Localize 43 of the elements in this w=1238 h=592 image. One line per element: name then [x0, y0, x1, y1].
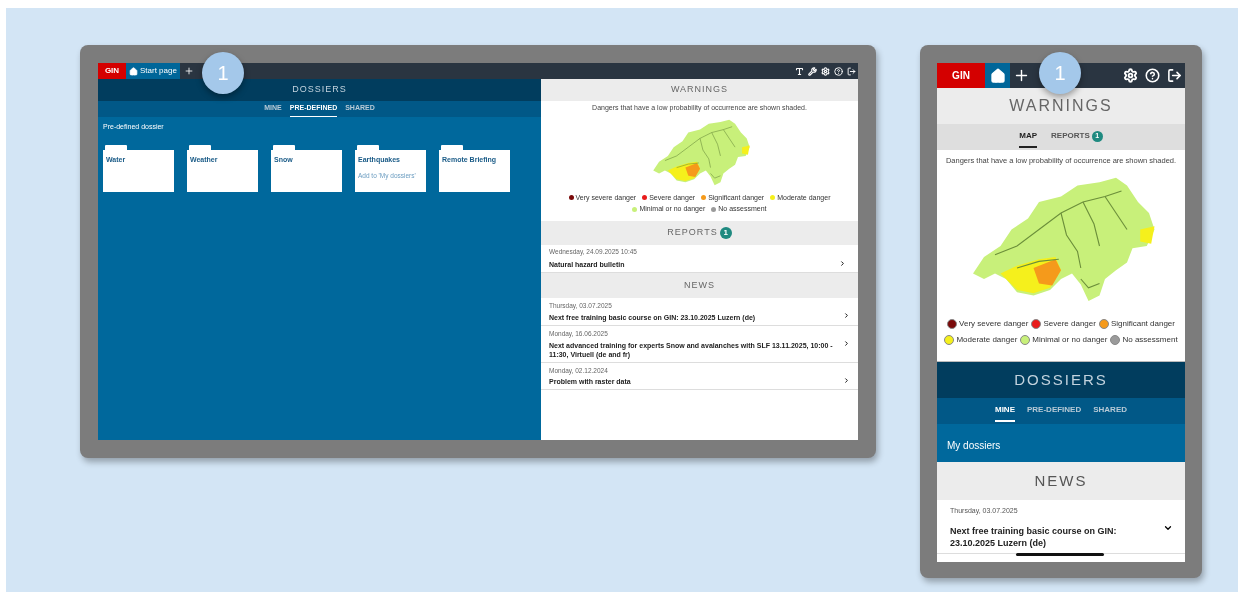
dossier-tab[interactable]: PRE-DEFINED	[1027, 400, 1082, 422]
callout-badge: 1	[202, 52, 244, 94]
legend-label: No assessment	[1122, 334, 1178, 347]
dossiers-header: DOSSIERS	[98, 79, 541, 101]
chevron-right-icon	[843, 312, 850, 319]
warnings-header: WARNINGS	[541, 79, 858, 101]
section-title: My dossiers	[947, 440, 1001, 451]
logout-icon[interactable]	[847, 66, 856, 76]
help-icon[interactable]	[834, 66, 843, 76]
home-icon	[989, 67, 1006, 84]
start-page-tab[interactable]: Start page	[126, 63, 180, 79]
home-icon	[129, 66, 138, 76]
legend-label: Severe danger	[1043, 318, 1096, 331]
count-badge: 1	[719, 227, 732, 239]
home-button[interactable]	[985, 63, 1010, 88]
settings-icon[interactable]	[821, 66, 830, 76]
chevron-right-icon	[843, 339, 850, 347]
settings-icon[interactable]	[1123, 68, 1138, 83]
wrench-icon[interactable]	[808, 66, 817, 76]
reports-title: REPORTS	[667, 226, 718, 240]
help-icon[interactable]	[1145, 68, 1160, 83]
dossiers-header: DOSSIERS	[937, 362, 1185, 398]
legend-label: Significant danger	[1110, 318, 1175, 331]
dossier-tab[interactable]: MINE	[995, 400, 1015, 422]
legend-label: Minimal or no danger	[1032, 334, 1108, 347]
chevron-down-icon	[1163, 523, 1173, 533]
dossier-tab[interactable]: SHARED	[1093, 400, 1127, 422]
logo[interactable]: GIN	[98, 63, 126, 79]
logout-icon[interactable]	[1167, 68, 1182, 83]
warnings-header: WARNINGS	[937, 88, 1185, 124]
warnings-tab[interactable]: MAP	[1019, 126, 1038, 148]
logo[interactable]: GIN	[937, 63, 985, 88]
chevron-right-icon	[843, 376, 850, 384]
legend-label: Moderate danger	[956, 334, 1018, 347]
news-header: NEWS	[937, 462, 1185, 500]
news-header: NEWS	[541, 273, 858, 298]
chevron-right-icon	[839, 260, 846, 267]
add-tab-icon[interactable]	[1013, 67, 1030, 84]
news-title: Next free training basic course on GIN: 23.10.2025 Luzern (de)	[950, 524, 1118, 549]
add-tab-icon[interactable]	[183, 66, 194, 76]
legend-label: Very severe danger	[959, 318, 1029, 331]
text-icon[interactable]	[795, 66, 804, 76]
callout-badge: 1	[1039, 52, 1081, 94]
